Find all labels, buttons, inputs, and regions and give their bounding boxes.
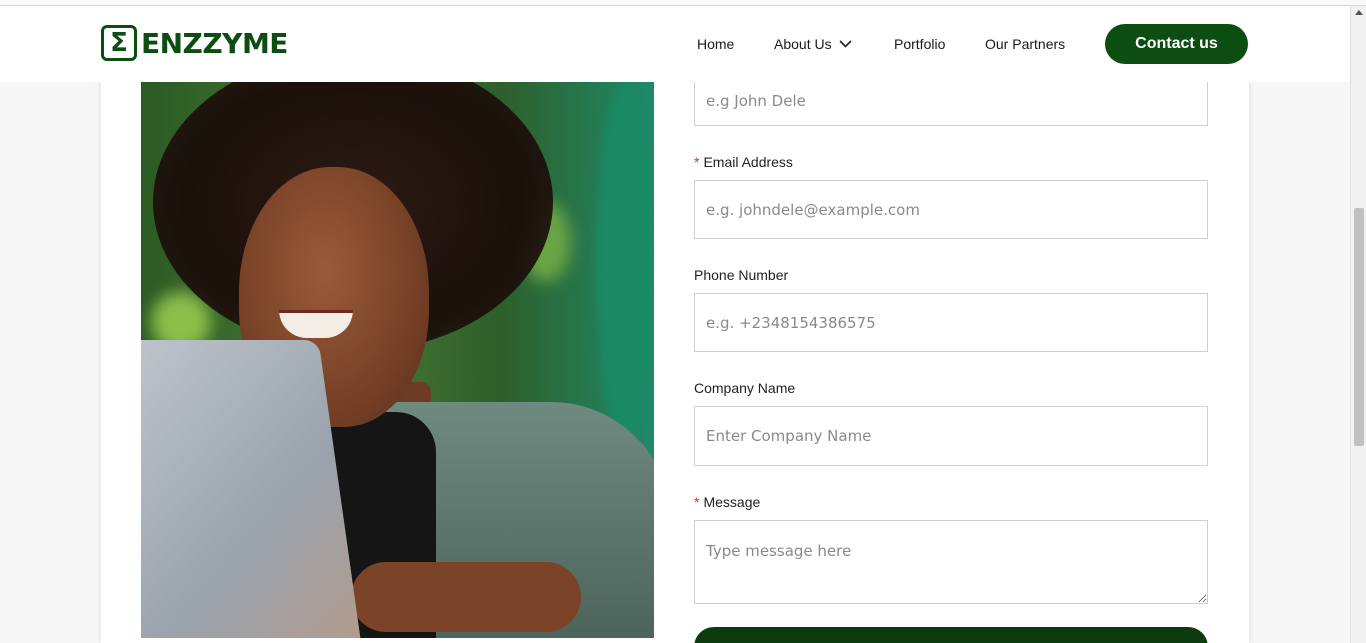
nav-about-label: About Us [774, 36, 832, 52]
email-label-text: Email Address [703, 154, 793, 170]
phone-label: Phone Number [694, 267, 789, 283]
chevron-down-icon [839, 40, 852, 48]
page-scrollbar[interactable] [1350, 6, 1366, 643]
contact-us-button[interactable]: Contact us [1105, 24, 1248, 64]
message-label-text: Message [703, 494, 761, 510]
site-header: Σ ENZZYME Home About Us Portfolio Our Pa… [0, 6, 1350, 82]
nav-about-dropdown[interactable]: About Us [774, 36, 852, 52]
email-label: * Email Address [694, 154, 793, 170]
email-input[interactable] [694, 180, 1208, 239]
scrollbar-thumb[interactable] [1354, 208, 1364, 446]
required-asterisk: * [694, 154, 700, 170]
nav-home-link[interactable]: Home [697, 36, 734, 52]
brand-name: ENZZYME [141, 26, 288, 60]
arrow-up-icon[interactable] [1355, 10, 1363, 15]
message-label: * Message [694, 494, 760, 510]
company-input[interactable] [694, 406, 1208, 466]
background-curtain [596, 82, 654, 442]
sigma-logo-icon: Σ [101, 25, 137, 61]
required-asterisk: * [694, 494, 700, 510]
nav-partners-link[interactable]: Our Partners [985, 36, 1065, 52]
full-name-input[interactable] [694, 76, 1208, 126]
arm-shape [351, 562, 581, 632]
contact-card: *Email Address Phone Number Company Name… [101, 76, 1249, 643]
submit-button[interactable] [694, 627, 1208, 643]
nav-portfolio-link[interactable]: Portfolio [894, 36, 945, 52]
company-label: Company Name [694, 380, 796, 396]
enzzyme-logo[interactable]: Σ ENZZYME [101, 25, 288, 61]
message-textarea[interactable] [694, 520, 1208, 604]
woman-with-laptop-photo [141, 82, 654, 638]
phone-input[interactable] [694, 293, 1208, 352]
